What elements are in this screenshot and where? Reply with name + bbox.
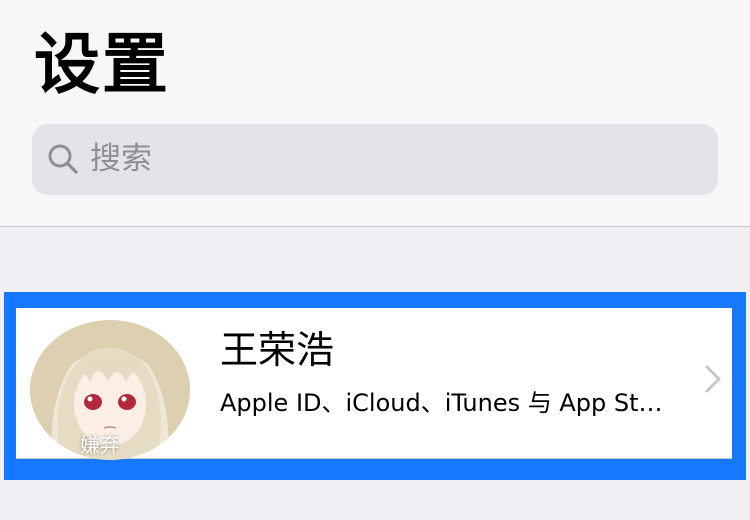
- chevron-right-icon: [705, 365, 721, 393]
- below-area: [0, 480, 750, 520]
- avatar: 嫌弃: [30, 320, 190, 460]
- profile-subtitle: Apple ID、iCloud、iTunes 与 App St…: [220, 389, 663, 417]
- avatar-caption: 嫌弃: [80, 433, 120, 457]
- apple-id-profile-row[interactable]: 嫌弃 王荣浩 Apple ID、iCloud、iTunes 与 App St…: [16, 308, 732, 460]
- section-gap: [0, 227, 750, 297]
- profile-name: 王荣浩: [220, 328, 335, 372]
- search-placeholder: 搜索: [90, 141, 152, 177]
- search-icon: [48, 144, 78, 174]
- page-title: 设置: [34, 26, 170, 103]
- settings-header: 设置 搜索: [0, 0, 750, 227]
- search-bar[interactable]: 搜索: [32, 124, 718, 195]
